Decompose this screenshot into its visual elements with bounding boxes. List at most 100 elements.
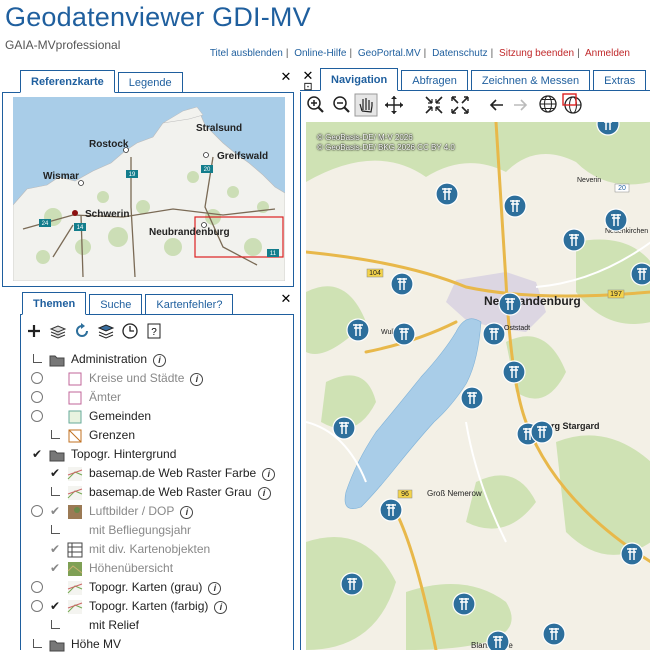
globe-select-icon[interactable]	[562, 93, 582, 114]
forward-arrow-icon[interactable]	[514, 99, 528, 111]
map-marker-icon[interactable]	[452, 592, 476, 616]
layers-icon[interactable]	[47, 320, 69, 342]
layer-label[interactable]: basemap.de Web Raster Grau i	[89, 485, 271, 500]
link-sitzung-beenden[interactable]: Sitzung beenden	[499, 48, 574, 59]
layer-label[interactable]: Topogr. Karten (farbig) i	[89, 599, 228, 614]
tab-suche[interactable]: Suche	[89, 294, 143, 314]
layer-checkbox[interactable]	[51, 620, 60, 629]
map-marker-icon[interactable]	[542, 622, 566, 646]
layer-label[interactable]: Administration i	[71, 352, 167, 367]
map-marker-icon[interactable]	[346, 318, 370, 342]
layer-checkbox[interactable]: ✔	[49, 467, 61, 479]
map-marker-icon[interactable]	[630, 262, 650, 286]
layer-stack-icon[interactable]	[95, 320, 117, 342]
layer-label[interactable]: Höhenübersicht	[89, 561, 173, 575]
layer-label[interactable]: basemap.de Web Raster Farbe i	[89, 466, 276, 481]
layer-radio[interactable]	[31, 372, 43, 384]
layer-radio[interactable]	[31, 581, 43, 593]
map-marker-icon[interactable]	[604, 208, 628, 232]
tab-kartenfehler[interactable]: Kartenfehler?	[145, 294, 234, 314]
tab-zeichnen-messen[interactable]: Zeichnen & Messen	[470, 70, 591, 90]
layer-checkbox[interactable]	[51, 430, 60, 439]
layer-label[interactable]: Topogr. Karten (grau) i	[89, 580, 222, 595]
layer-label[interactable]: Topogr. Hintergrund	[71, 447, 176, 461]
layer-label[interactable]: Gemeinden	[89, 409, 151, 423]
tab-themen[interactable]: Themen	[22, 292, 87, 315]
map-marker-icon[interactable]	[502, 360, 526, 384]
map-marker-icon[interactable]	[379, 498, 403, 522]
map-marker-icon[interactable]	[340, 572, 364, 596]
tab-abfragen[interactable]: Abfragen	[401, 70, 468, 90]
info-icon[interactable]: i	[180, 506, 194, 519]
info-icon[interactable]: i	[153, 354, 167, 367]
layer-radio[interactable]	[31, 505, 43, 517]
globe-icon[interactable]	[539, 95, 557, 113]
info-icon[interactable]: i	[262, 468, 276, 481]
clock-icon[interactable]	[119, 320, 141, 342]
layer-checkbox[interactable]	[51, 525, 60, 534]
layer-label[interactable]: mit Relief	[89, 618, 139, 632]
layer-label[interactable]: Ämter	[89, 390, 121, 404]
link-geoportal[interactable]: GeoPortal.MV	[358, 48, 421, 59]
layer-radio[interactable]	[31, 600, 43, 612]
info-icon[interactable]: i	[257, 487, 271, 500]
close-reference-icon[interactable]: ✕	[280, 70, 292, 83]
tab-referenzkarte[interactable]: Referenzkarte	[20, 70, 115, 93]
back-arrow-icon[interactable]	[489, 99, 503, 111]
map-marker-icon[interactable]	[392, 322, 416, 346]
pan-hand-icon[interactable]	[354, 93, 378, 117]
layer-radio[interactable]	[31, 410, 43, 422]
layer-label[interactable]: mit Befliegungsjahr	[89, 523, 191, 537]
reference-map[interactable]: Stralsund Rostock Greifswald Wismar Schw…	[13, 97, 285, 281]
layer-radio[interactable]	[31, 391, 43, 403]
main-map[interactable]: 20 104 197 96 Neubrandenburg Oststadt Ne…	[306, 122, 650, 650]
layer-checkbox[interactable]	[33, 354, 42, 363]
add-layer-icon[interactable]	[23, 320, 45, 342]
layer-checkbox[interactable]: ✔	[49, 543, 61, 555]
zoom-to-center-icon[interactable]	[425, 96, 443, 114]
map-marker-icon[interactable]	[486, 630, 510, 650]
zoom-in-icon[interactable]	[307, 96, 324, 113]
layer-label[interactable]: Luftbilder / DOP i	[89, 504, 194, 519]
layer-row: Ämter	[21, 388, 291, 407]
refresh-icon[interactable]	[71, 320, 93, 342]
ref-city-schwerin: Schwerin	[85, 209, 129, 220]
map-marker-icon[interactable]	[498, 292, 522, 316]
tab-extras[interactable]: Extras	[593, 70, 647, 90]
close-theme-icon[interactable]: ✕	[280, 292, 292, 305]
map-marker-icon[interactable]	[503, 194, 527, 218]
layer-label[interactable]: mit div. Kartenobjekten	[89, 542, 210, 556]
link-online-hilfe[interactable]: Online-Hilfe	[294, 48, 346, 59]
map-marker-icon[interactable]	[482, 322, 506, 346]
layer-row: ✔ Höhenübersicht	[21, 559, 291, 578]
map-marker-icon[interactable]	[562, 228, 586, 252]
link-titel-ausblenden[interactable]: Titel ausblenden	[210, 48, 283, 59]
link-datenschutz[interactable]: Datenschutz	[432, 48, 488, 59]
map-marker-icon[interactable]	[390, 272, 414, 296]
tab-legende[interactable]: Legende	[117, 72, 183, 92]
map-marker-icon[interactable]	[530, 420, 554, 444]
layer-label[interactable]: Höhe MV	[71, 637, 121, 651]
zoom-out-icon[interactable]	[333, 96, 350, 113]
info-icon[interactable]: i	[214, 601, 228, 614]
full-extent-icon[interactable]	[451, 96, 469, 114]
map-marker-icon[interactable]	[460, 386, 484, 410]
link-anmelden[interactable]: Anmelden	[585, 48, 630, 59]
map-marker-icon[interactable]	[332, 416, 356, 440]
info-icon[interactable]: i	[208, 582, 222, 595]
map-marker-icon[interactable]	[435, 182, 459, 206]
move-icon[interactable]	[385, 96, 403, 114]
layer-checkbox[interactable]: ✔	[31, 448, 43, 460]
layer-label[interactable]: Grenzen	[89, 428, 135, 442]
tab-navigation[interactable]: Navigation	[320, 68, 399, 91]
layer-checkbox[interactable]	[33, 639, 42, 648]
info-icon[interactable]: i	[190, 373, 204, 386]
help-icon[interactable]: ?	[143, 320, 165, 342]
layer-checkbox[interactable]: ✔	[49, 562, 61, 574]
layer-checkbox[interactable]: ✔	[49, 505, 61, 517]
map-label-oststadt: Oststadt	[504, 325, 530, 332]
layer-checkbox[interactable]: ✔	[49, 600, 61, 612]
map-marker-icon[interactable]	[620, 542, 644, 566]
layer-checkbox[interactable]	[51, 487, 60, 496]
layer-label[interactable]: Kreise und Städte i	[89, 371, 204, 386]
